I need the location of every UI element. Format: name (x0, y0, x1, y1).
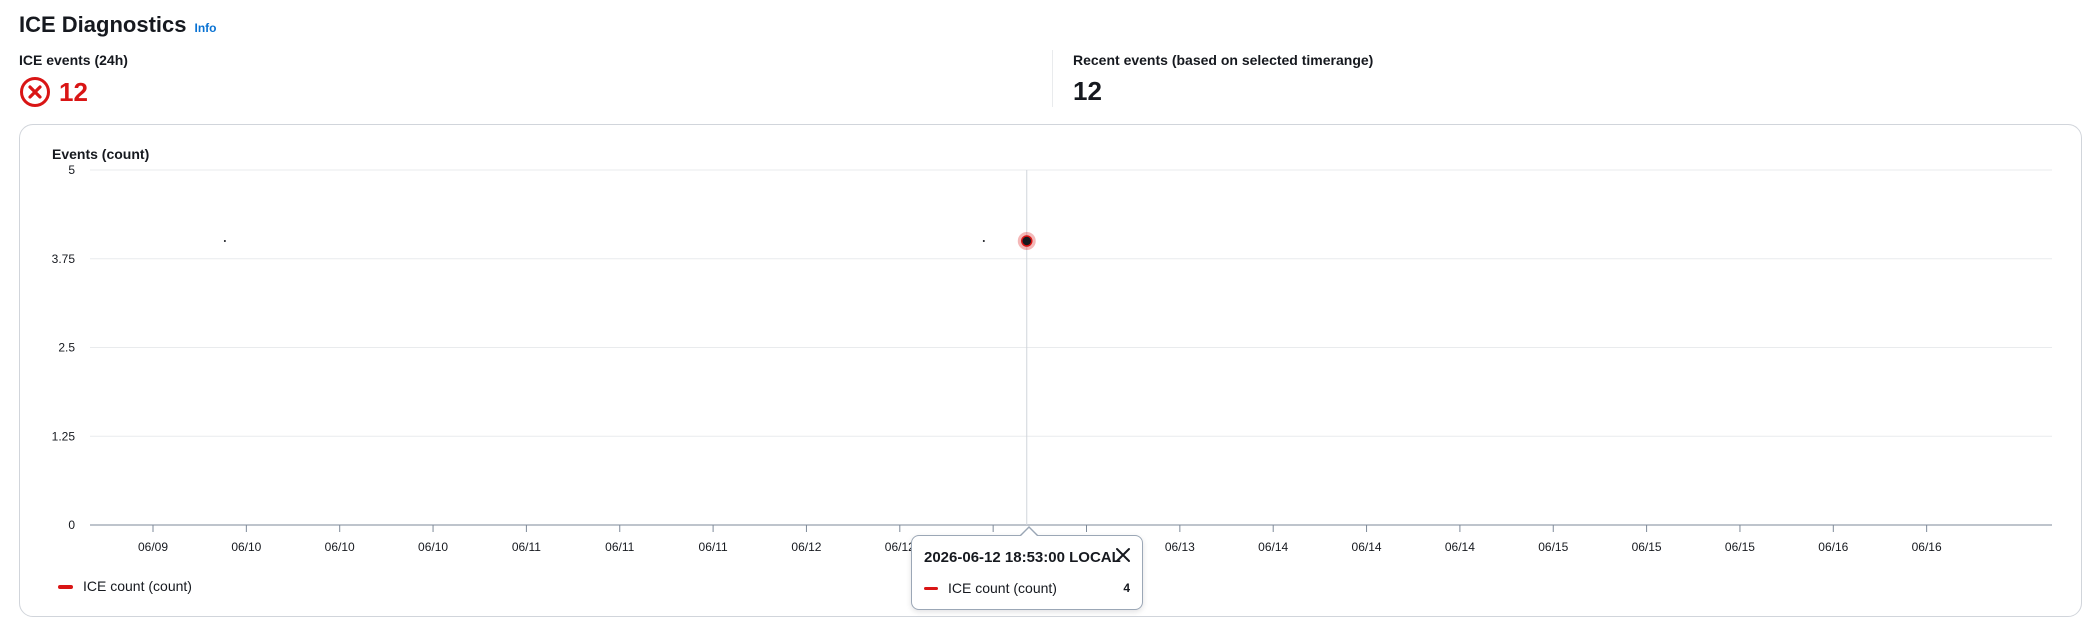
x-tick-label: 06/10 (418, 540, 448, 554)
x-tick-label: 06/10 (231, 540, 261, 554)
y-tick-label: 3.75 (52, 252, 76, 266)
legend-swatch (58, 585, 73, 589)
x-tick-label: 06/15 (1725, 540, 1755, 554)
x-tick-label: 06/09 (138, 540, 168, 554)
x-tick-label: 06/16 (1912, 540, 1942, 554)
y-tick-label: 0 (68, 518, 75, 532)
series-swatch (924, 586, 938, 590)
close-icon[interactable] (1114, 546, 1132, 564)
x-tick-label: 06/14 (1445, 540, 1475, 554)
y-tick-label: 1.25 (52, 429, 76, 443)
data-point[interactable] (982, 240, 985, 242)
x-tick-label: 06/15 (1632, 540, 1662, 554)
tooltip-title: 2026-06-12 18:53:00 LOCAL (924, 549, 1121, 566)
tooltip-series-value: 4 (1123, 581, 1130, 595)
x-tick-label: 06/11 (605, 540, 634, 554)
highlight-point[interactable] (1021, 235, 1033, 247)
legend-item-ice-count[interactable]: ICE count (count) (83, 578, 192, 594)
x-tick-label: 06/11 (699, 540, 728, 554)
x-tick-label: 06/15 (1538, 540, 1568, 554)
x-tick-label: 06/14 (1258, 540, 1288, 554)
x-tick-label: 06/11 (512, 540, 541, 554)
chart-title: Events (count) (52, 146, 149, 162)
tooltip-series-row: ICE count (count) 4 (924, 580, 1130, 596)
x-tick-label: 06/13 (1165, 540, 1195, 554)
x-tick-label: 06/10 (325, 540, 355, 554)
tooltip-series-name: ICE count (count) (948, 580, 1057, 596)
x-tick-label: 06/12 (791, 540, 821, 554)
y-tick-label: 2.5 (58, 341, 75, 355)
tooltip-arrow-inner (1021, 528, 1037, 536)
y-tick-label: 5 (68, 163, 75, 177)
chart-tooltip: 2026-06-12 18:53:00 LOCAL ICE count (cou… (911, 535, 1143, 610)
x-tick-label: 06/14 (1352, 540, 1382, 554)
data-point[interactable] (223, 240, 226, 242)
x-tick-label: 06/16 (1818, 540, 1848, 554)
events-chart[interactable]: Events (count) 0 1.25 2.5 3.75 5 06/09 06/10 06/… (0, 0, 2087, 617)
